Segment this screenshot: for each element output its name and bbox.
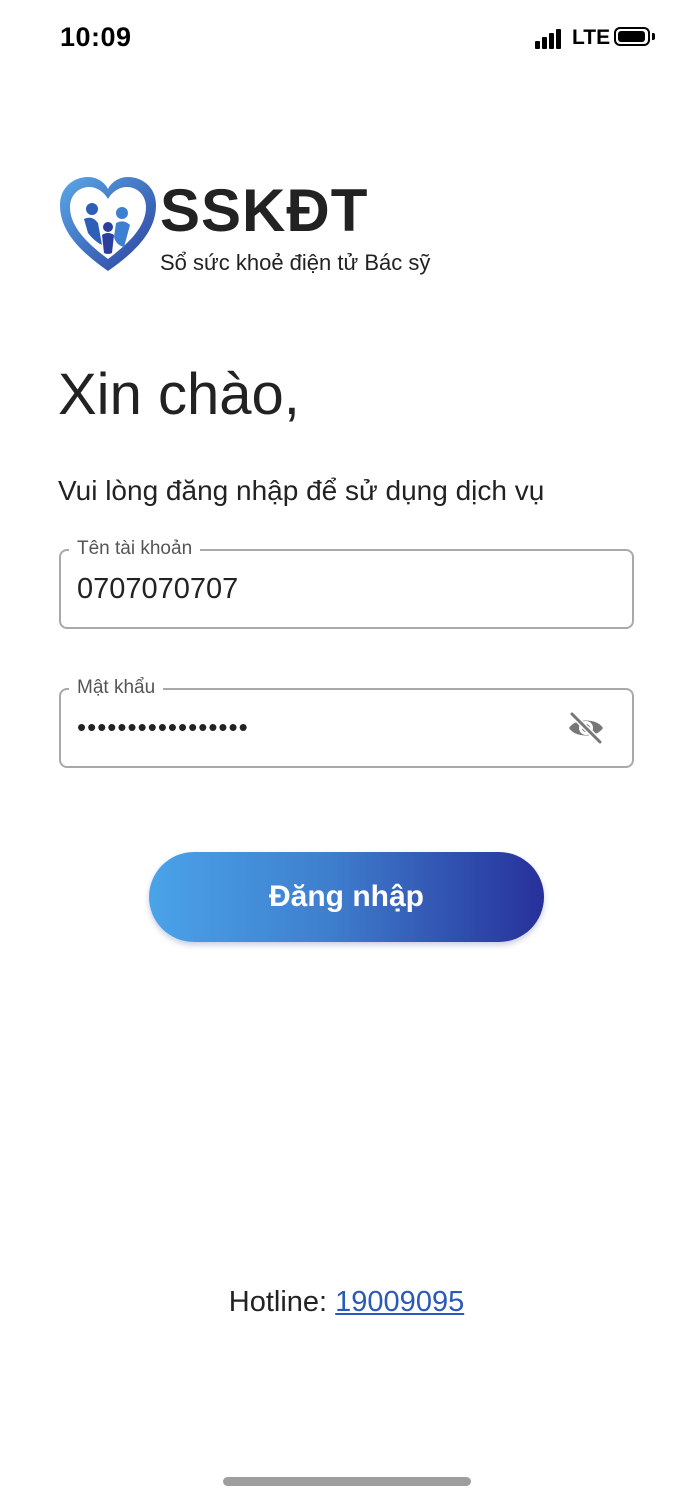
username-field[interactable]: Tên tài khoản 0707070707: [59, 537, 634, 629]
status-time: 10:09: [60, 22, 132, 52]
hotline-number-link[interactable]: 19009095: [335, 1286, 464, 1318]
username-label: Tên tài khoản: [69, 537, 201, 561]
battery-cap: [652, 33, 655, 40]
network-type: LTE: [572, 26, 611, 49]
home-indicator[interactable]: [223, 1477, 471, 1486]
brand-name: SSKĐT: [160, 177, 369, 244]
cellular-signal-icon: [535, 27, 565, 49]
password-label: Mật khẩu: [69, 676, 164, 700]
eye-off-icon[interactable]: [566, 710, 606, 746]
battery-level: [618, 31, 645, 42]
heart-family-logo-icon: [60, 177, 156, 271]
hotline: Hotline: 19009095: [0, 1284, 693, 1320]
password-field[interactable]: Mật khẩu •••••••••••••••••: [59, 676, 634, 768]
battery-icon: [614, 27, 650, 46]
username-value[interactable]: 0707070707: [77, 571, 238, 607]
greeting-subtitle: Vui lòng đăng nhập để sử dụng dịch vụ: [58, 475, 545, 506]
status-bar: 10:09 LTE: [0, 0, 693, 78]
brand-tagline: Sổ sức khoẻ điện tử Bác sỹ: [160, 250, 431, 275]
greeting-title: Xin chào,: [58, 362, 300, 427]
login-button[interactable]: Đăng nhập: [149, 852, 544, 942]
password-value[interactable]: •••••••••••••••••: [77, 712, 249, 742]
hotline-label: Hotline:: [228, 1286, 328, 1318]
